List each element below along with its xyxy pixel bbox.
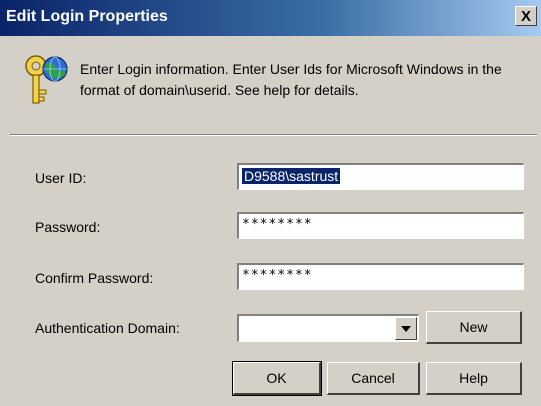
confirm-password-label: Confirm Password: <box>35 270 154 286</box>
authentication-domain-select[interactable] <box>237 314 419 342</box>
keys-globe-icon <box>25 55 68 104</box>
password-label: Password: <box>35 219 101 235</box>
close-button[interactable]: X <box>515 6 537 26</box>
new-button-label: New <box>459 319 488 335</box>
chevron-down-icon <box>401 325 411 332</box>
help-button[interactable]: Help <box>426 362 522 395</box>
cancel-button[interactable]: Cancel <box>327 362 420 395</box>
password-input[interactable]: ******** <box>237 212 524 239</box>
title-bar[interactable]: Edit Login Properties X <box>0 0 541 36</box>
edit-login-properties-dialog: Edit Login Properties X Enter Login info… <box>0 0 541 406</box>
ok-button[interactable]: OK <box>232 361 322 396</box>
confirm-password-input[interactable]: ******** <box>237 263 524 290</box>
intro-text: Enter Login information. Enter User Ids … <box>80 61 502 98</box>
ok-button-label: OK <box>266 370 287 386</box>
user-id-label: User ID: <box>35 170 87 186</box>
help-button-label: Help <box>459 370 488 386</box>
authentication-domain-label: Authentication Domain: <box>35 320 180 336</box>
dialog-title: Edit Login Properties <box>6 8 168 25</box>
user-id-input[interactable]: D9588\sastrust <box>237 163 524 190</box>
close-icon: X <box>520 7 531 25</box>
dropdown-button[interactable] <box>395 317 417 340</box>
new-button[interactable]: New <box>426 311 522 344</box>
cancel-button-label: Cancel <box>351 370 395 386</box>
divider <box>10 134 537 136</box>
user-id-value: D9588\sastrust <box>242 168 341 184</box>
